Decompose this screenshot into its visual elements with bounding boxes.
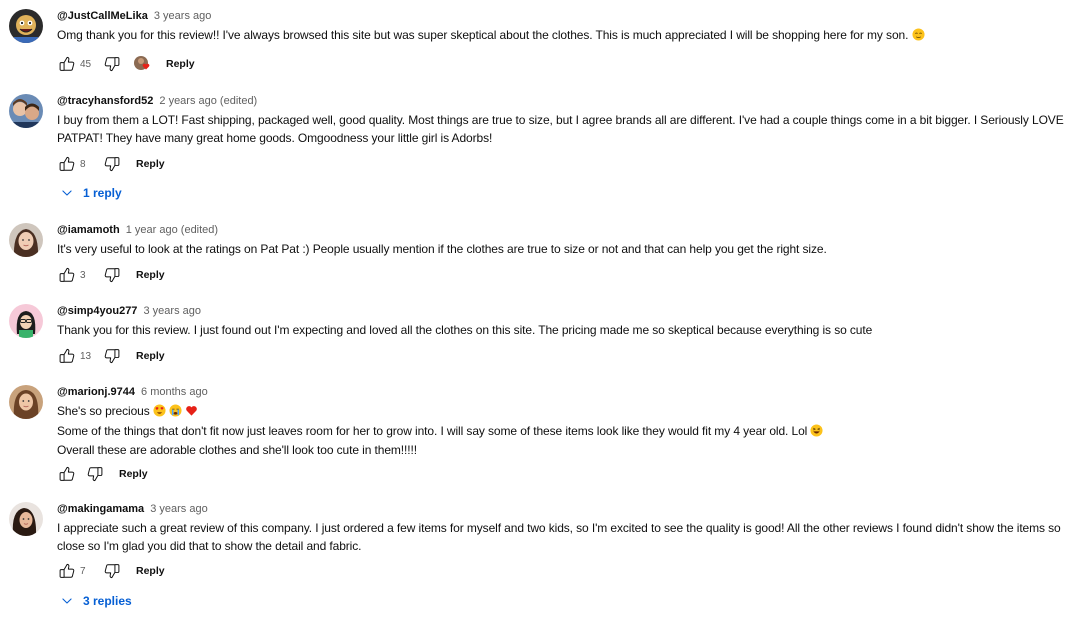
comment-header: @marionj.9744 6 months ago [57,385,1074,399]
avatar[interactable] [9,9,43,43]
thumbs-down-icon[interactable] [102,561,122,581]
comment-line-text: She's so precious [57,404,150,418]
crying-face-emoji [169,404,182,423]
comment-timestamp[interactable]: 6 months ago [141,386,208,398]
comment-header: @tracyhansford52 2 years ago (edited) [57,94,1074,108]
comment-line: Some of the things that don't fit now ju… [57,423,1074,443]
comment-actions: 45 Reply [57,54,195,74]
comment-author[interactable]: @tracyhansford52 [57,95,153,107]
chevron-down-icon [60,186,74,200]
comment-timestamp[interactable]: 1 year ago (edited) [126,224,218,236]
comment-timestamp[interactable]: 3 years ago [154,10,211,22]
thumbs-down-icon[interactable] [102,346,122,366]
avatar[interactable] [9,502,43,536]
comment-text: She's so precious Some of the things tha… [57,403,1074,460]
view-replies-button[interactable]: 1 reply [60,183,122,203]
comment-author[interactable]: @marionj.9744 [57,386,135,398]
thumbs-down-icon[interactable] [102,154,122,174]
comment-line-text: Some of the things that don't fit now ju… [57,423,808,438]
comment-header: @iamamoth 1 year ago (edited) [57,223,1074,237]
comment-text: Omg thank you for this review!! I've alw… [57,27,1074,47]
comment-header: @makingamama 3 years ago [57,502,1074,516]
comment-author[interactable]: @simp4you277 [57,305,137,317]
reply-button[interactable]: Reply [136,565,165,577]
comment-line: She's so precious [57,403,1074,423]
comment-timestamp[interactable]: 3 years ago [150,503,207,515]
comment-line: Thank you for this review. I just found … [57,323,873,337]
view-replies-button[interactable]: 3 replies [60,591,132,611]
comment-timestamp[interactable]: 3 years ago [144,305,201,317]
reply-button[interactable]: Reply [136,269,165,281]
reply-button[interactable]: Reply [166,58,195,70]
like-count: 45 [80,58,92,70]
comment-actions: 13 Reply [57,346,165,366]
thumbs-down-icon[interactable] [85,464,105,484]
comment-line: Omg thank you for this review!! I've alw… [57,28,909,42]
replies-count: 1 reply [83,186,122,200]
like-count: 13 [80,350,92,362]
comment-line: I appreciate such a great review of this… [57,521,1061,553]
like-count: 7 [80,565,86,577]
reply-button[interactable]: Reply [136,350,165,362]
reply-button[interactable]: Reply [119,468,148,480]
grinning-squinting-emoji [810,423,823,443]
like-count: 3 [80,269,86,281]
comment-header: @simp4you277 3 years ago [57,304,1074,318]
thumbs-down-icon[interactable] [102,265,122,285]
thumbs-down-icon[interactable] [102,54,122,74]
replies-count: 3 replies [83,594,132,608]
comment-author[interactable]: @makingamama [57,503,144,515]
avatar[interactable] [9,223,43,257]
thumbs-up-icon[interactable] [57,265,77,285]
chevron-down-icon [60,594,74,608]
thumbs-up-icon[interactable] [57,464,77,484]
thumbs-up-icon[interactable] [57,154,77,174]
thumbs-up-icon[interactable] [57,561,77,581]
avatar[interactable] [9,94,43,128]
reply-button[interactable]: Reply [136,158,165,170]
red-heart-emoji [185,404,198,423]
thumbs-up-icon[interactable] [57,346,77,366]
comment-text: Thank you for this review. I just found … [57,322,1074,340]
comment-text: It's very useful to look at the ratings … [57,241,1074,259]
comment-text: I buy from them a LOT! Fast shipping, pa… [57,112,1074,147]
comment-author[interactable]: @JustCallMeLika [57,10,148,22]
comment-actions: 7 Reply [57,561,165,581]
comment-actions: Reply [57,464,148,484]
avatar[interactable] [9,304,43,338]
comment-timestamp[interactable]: 2 years ago (edited) [159,95,257,107]
comment-author[interactable]: @iamamoth [57,224,120,236]
heart-eyes-emoji [153,404,166,423]
comment-line: I buy from them a LOT! Fast shipping, pa… [57,113,1064,145]
comment-line: It's very useful to look at the ratings … [57,242,827,256]
comment-actions: 8 Reply [57,154,165,174]
relieved-face-emoji [912,28,925,47]
like-count: 8 [80,158,86,170]
comment-actions: 3 Reply [57,265,165,285]
comment-line: Overall these are adorable clothes and s… [57,443,417,457]
thumbs-up-icon[interactable] [57,54,77,74]
comment-text: I appreciate such a great review of this… [57,520,1074,555]
avatar[interactable] [9,385,43,419]
comment-header: @JustCallMeLika 3 years ago [57,9,1074,23]
creator-heart-icon[interactable] [132,54,152,74]
